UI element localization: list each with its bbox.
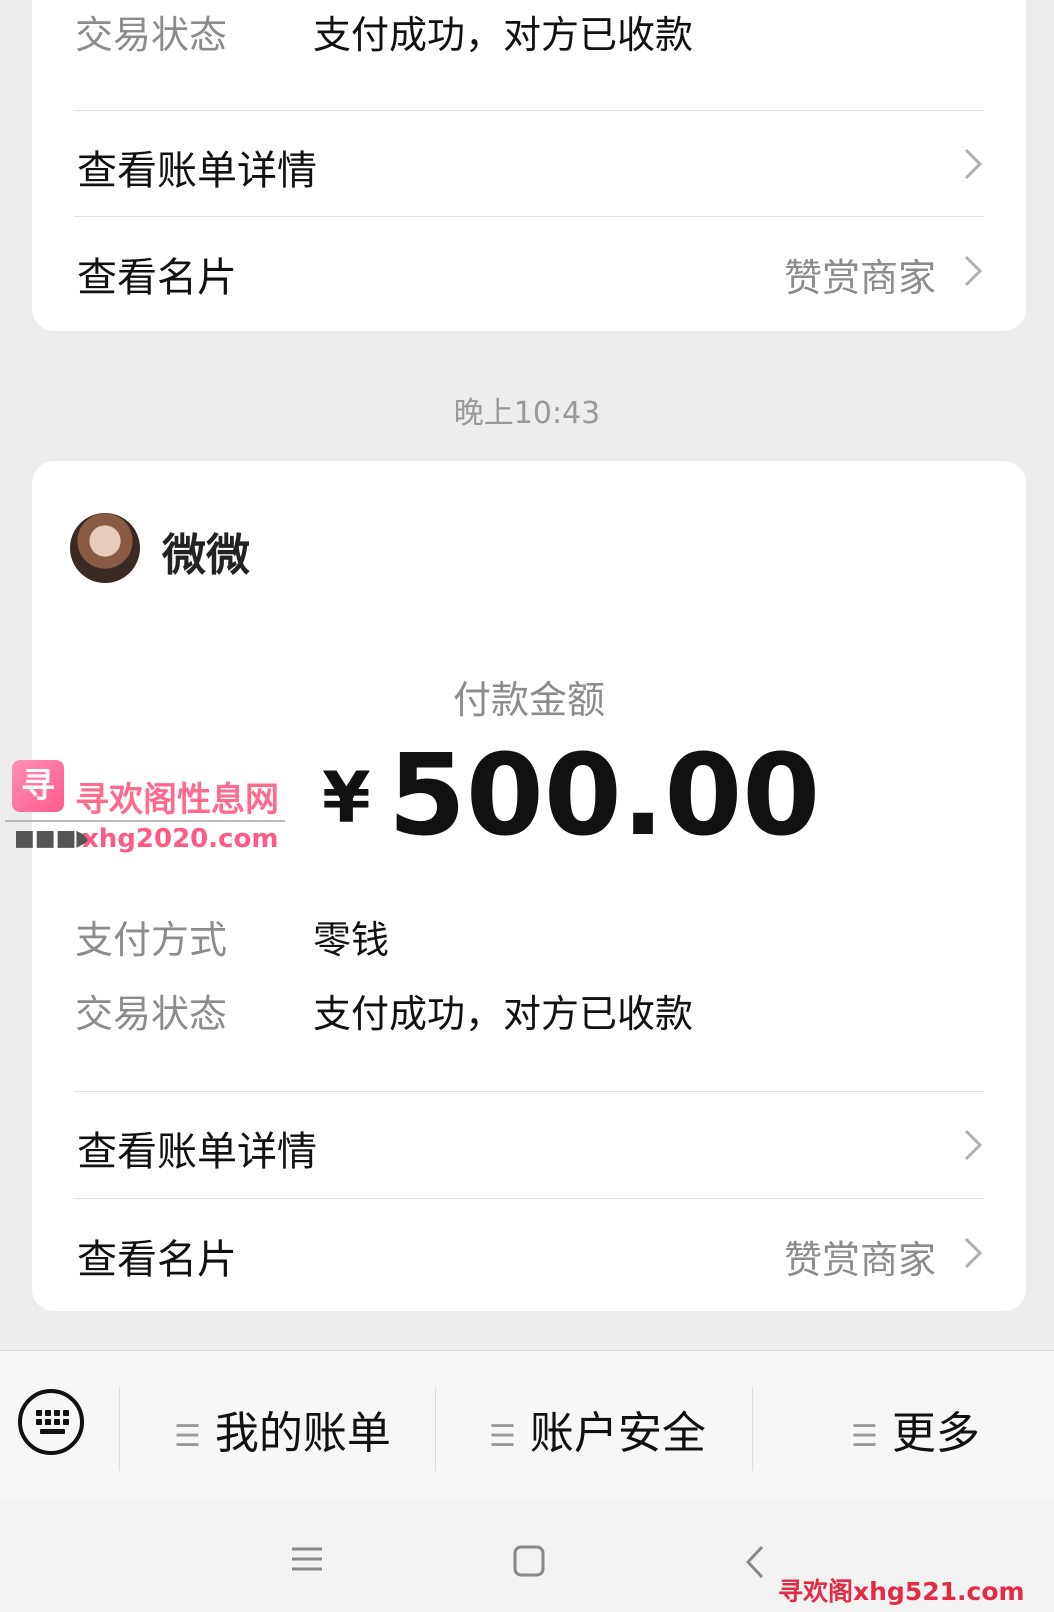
status-value: 支付成功，对方已收款 bbox=[313, 992, 694, 1036]
watermark-url: xhg2020.com bbox=[82, 824, 279, 854]
bill-detail-row[interactable]: 查看账单详情 bbox=[32, 1091, 1026, 1199]
merchant-label: 赞赏商家 bbox=[783, 1238, 936, 1282]
menu-label: 账户安全 bbox=[529, 1408, 706, 1459]
message-timestamp: 晚上10:43 bbox=[453, 396, 601, 431]
bill-detail-label: 查看账单详情 bbox=[77, 148, 317, 194]
bill-detail-label: 查看账单详情 bbox=[77, 1129, 317, 1175]
payment-amount: 500.00 bbox=[388, 731, 821, 861]
method-label: 支付方式 bbox=[75, 918, 228, 962]
chevron-right-icon bbox=[964, 1237, 983, 1269]
keyboard-icon bbox=[36, 1410, 69, 1434]
separator bbox=[119, 1387, 120, 1471]
menu-label: 我的账单 bbox=[214, 1408, 391, 1459]
view-card-row[interactable]: 查看名片 赞赏商家 bbox=[32, 217, 1026, 325]
keyboard-toggle-button[interactable] bbox=[18, 1389, 84, 1455]
chevron-right-icon bbox=[964, 148, 983, 180]
avatar[interactable] bbox=[70, 513, 140, 583]
view-card-label: 查看名片 bbox=[77, 255, 237, 301]
menu-account-security[interactable]: ☰ 账户安全 bbox=[489, 1397, 706, 1461]
menu-more[interactable]: ☰ 更多 bbox=[851, 1397, 980, 1461]
bill-detail-row[interactable]: 查看账单详情 bbox=[32, 110, 1026, 218]
payment-card[interactable]: 微微 付款金额 ¥ 500.00 支付方式 零钱 交易状态 支付成功，对方已收款… bbox=[32, 461, 1026, 1311]
bottom-menu-bar: ☰ 我的账单 ☰ 账户安全 ☰ 更多 bbox=[0, 1350, 1054, 1501]
chevron-right-icon bbox=[964, 1129, 983, 1161]
back-icon[interactable] bbox=[744, 1544, 766, 1580]
watermark-logo: 寻 bbox=[12, 760, 64, 812]
currency-symbol: ¥ bbox=[322, 757, 371, 839]
watermark-title: 寻欢阁性息网 bbox=[75, 780, 279, 820]
separator bbox=[435, 1387, 436, 1471]
view-card-label: 查看名片 bbox=[77, 1237, 237, 1283]
method-value: 零钱 bbox=[313, 918, 390, 962]
menu-label: 更多 bbox=[891, 1408, 980, 1459]
amount-title: 付款金额 bbox=[452, 678, 605, 722]
status-label: 交易状态 bbox=[75, 13, 228, 57]
chevron-right-icon bbox=[964, 255, 983, 287]
menu-my-bills[interactable]: ☰ 我的账单 bbox=[174, 1397, 391, 1461]
payer-name: 微微 bbox=[162, 530, 250, 581]
separator bbox=[752, 1387, 753, 1471]
view-card-row[interactable]: 查看名片 赞赏商家 bbox=[32, 1199, 1026, 1307]
status-value: 支付成功，对方已收款 bbox=[313, 13, 694, 57]
menu-lines-icon: ☰ bbox=[851, 1418, 878, 1454]
watermark-footer: 寻欢阁xhg521.com bbox=[778, 1577, 1025, 1606]
merchant-label: 赞赏商家 bbox=[783, 256, 936, 300]
system-nav-bar: 寻欢阁xhg521.com bbox=[0, 1500, 1054, 1612]
status-label: 交易状态 bbox=[75, 992, 228, 1036]
menu-lines-icon: ☰ bbox=[489, 1418, 516, 1454]
recent-apps-icon[interactable] bbox=[290, 1544, 324, 1574]
top-transaction-card: 交易状态 支付成功，对方已收款 查看账单详情 查看名片 赞赏商家 bbox=[32, 0, 1026, 331]
home-icon[interactable] bbox=[512, 1544, 546, 1578]
watermark-rule bbox=[5, 820, 285, 822]
menu-lines-icon: ☰ bbox=[174, 1418, 201, 1454]
